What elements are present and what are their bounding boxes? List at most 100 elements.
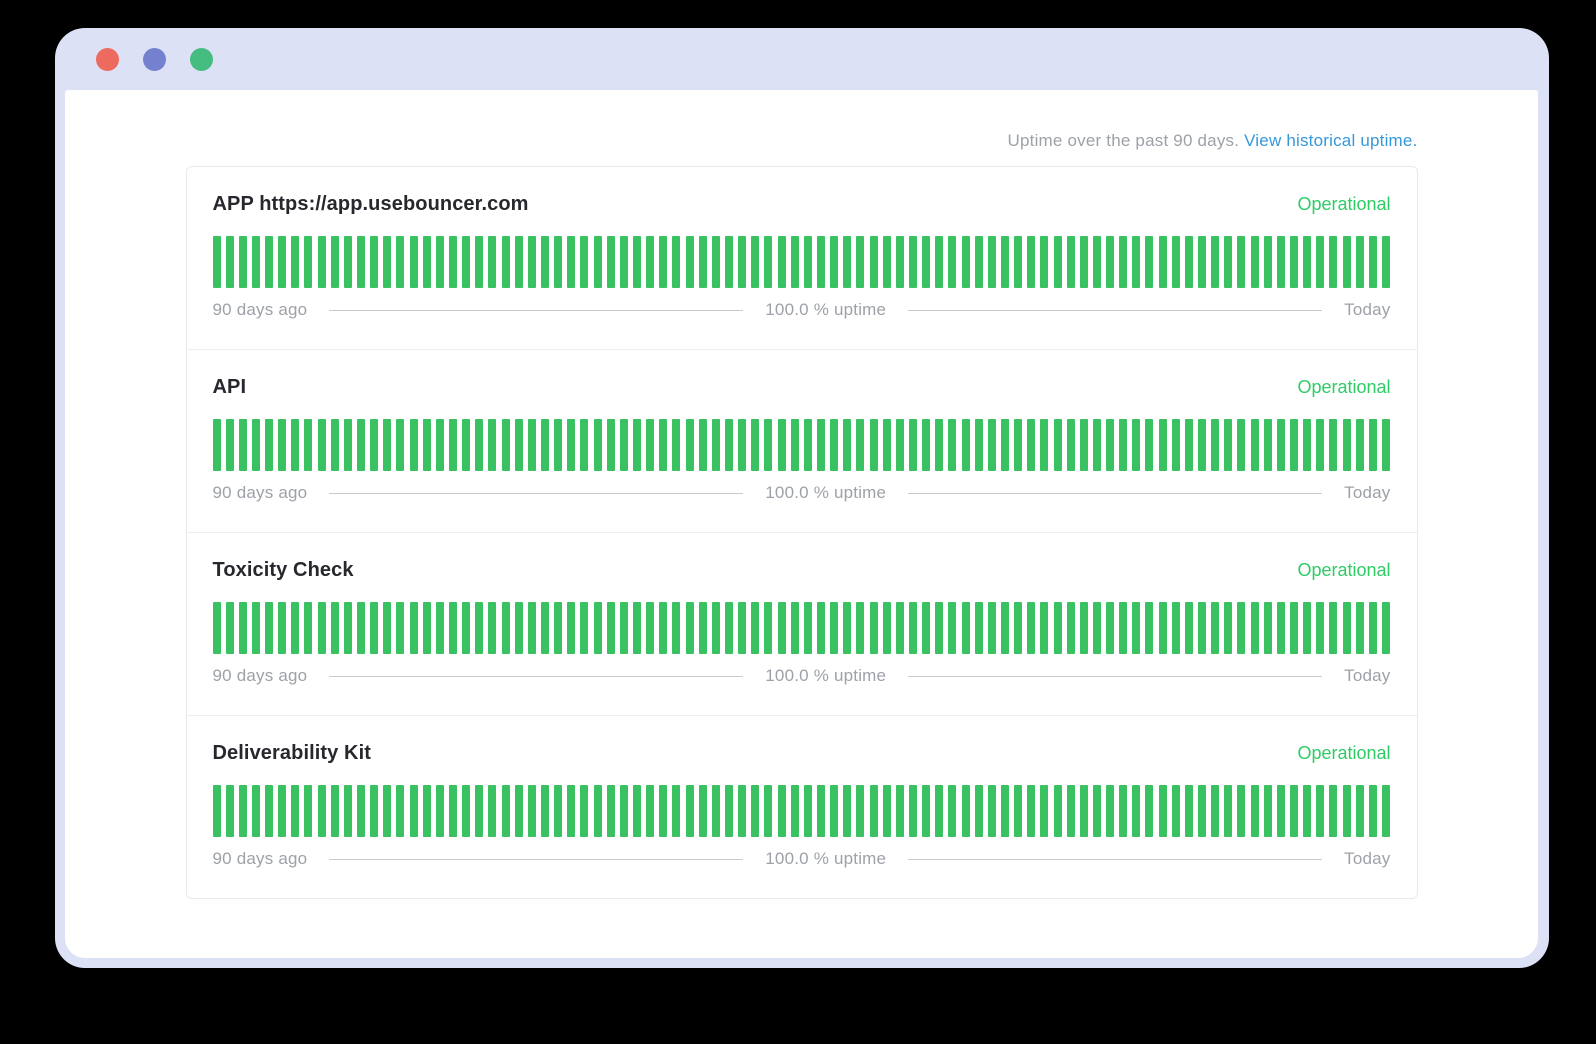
uptime-day-bar[interactable] bbox=[1027, 419, 1035, 471]
uptime-day-bar[interactable] bbox=[567, 785, 575, 837]
uptime-day-bar[interactable] bbox=[1093, 236, 1101, 288]
uptime-day-bar[interactable] bbox=[725, 602, 733, 654]
uptime-day-bar[interactable] bbox=[1027, 785, 1035, 837]
uptime-day-bar[interactable] bbox=[357, 785, 365, 837]
uptime-day-bar[interactable] bbox=[383, 785, 391, 837]
uptime-day-bar[interactable] bbox=[1343, 602, 1351, 654]
uptime-day-bar[interactable] bbox=[856, 419, 864, 471]
uptime-day-bar[interactable] bbox=[239, 419, 247, 471]
uptime-day-bar[interactable] bbox=[1185, 785, 1193, 837]
uptime-day-bar[interactable] bbox=[1080, 785, 1088, 837]
uptime-bar-strip[interactable] bbox=[213, 602, 1391, 654]
uptime-day-bar[interactable] bbox=[1329, 785, 1337, 837]
uptime-day-bar[interactable] bbox=[672, 602, 680, 654]
uptime-day-bar[interactable] bbox=[265, 602, 273, 654]
uptime-day-bar[interactable] bbox=[1027, 236, 1035, 288]
uptime-day-bar[interactable] bbox=[1185, 419, 1193, 471]
uptime-day-bar[interactable] bbox=[1224, 419, 1232, 471]
uptime-day-bar[interactable] bbox=[436, 236, 444, 288]
uptime-day-bar[interactable] bbox=[1159, 602, 1167, 654]
uptime-day-bar[interactable] bbox=[502, 785, 510, 837]
uptime-day-bar[interactable] bbox=[291, 419, 299, 471]
uptime-day-bar[interactable] bbox=[331, 602, 339, 654]
uptime-day-bar[interactable] bbox=[1251, 419, 1259, 471]
uptime-day-bar[interactable] bbox=[1172, 602, 1180, 654]
uptime-day-bar[interactable] bbox=[291, 236, 299, 288]
uptime-day-bar[interactable] bbox=[1119, 419, 1127, 471]
uptime-day-bar[interactable] bbox=[1106, 602, 1114, 654]
uptime-day-bar[interactable] bbox=[1145, 236, 1153, 288]
uptime-day-bar[interactable] bbox=[1277, 419, 1285, 471]
uptime-day-bar[interactable] bbox=[1106, 419, 1114, 471]
uptime-day-bar[interactable] bbox=[988, 236, 996, 288]
uptime-day-bar[interactable] bbox=[357, 419, 365, 471]
uptime-day-bar[interactable] bbox=[1211, 419, 1219, 471]
uptime-day-bar[interactable] bbox=[1264, 602, 1272, 654]
uptime-day-bar[interactable] bbox=[804, 785, 812, 837]
uptime-day-bar[interactable] bbox=[764, 419, 772, 471]
uptime-day-bar[interactable] bbox=[738, 785, 746, 837]
uptime-day-bar[interactable] bbox=[1172, 419, 1180, 471]
uptime-day-bar[interactable] bbox=[226, 785, 234, 837]
uptime-day-bar[interactable] bbox=[344, 236, 352, 288]
uptime-day-bar[interactable] bbox=[620, 602, 628, 654]
uptime-day-bar[interactable] bbox=[226, 419, 234, 471]
uptime-day-bar[interactable] bbox=[1224, 602, 1232, 654]
uptime-day-bar[interactable] bbox=[870, 236, 878, 288]
uptime-day-bar[interactable] bbox=[383, 602, 391, 654]
uptime-day-bar[interactable] bbox=[843, 236, 851, 288]
uptime-day-bar[interactable] bbox=[594, 785, 602, 837]
uptime-day-bar[interactable] bbox=[686, 602, 694, 654]
uptime-day-bar[interactable] bbox=[948, 419, 956, 471]
uptime-day-bar[interactable] bbox=[528, 419, 536, 471]
uptime-day-bar[interactable] bbox=[488, 602, 496, 654]
uptime-day-bar[interactable] bbox=[870, 785, 878, 837]
uptime-day-bar[interactable] bbox=[883, 602, 891, 654]
uptime-day-bar[interactable] bbox=[1264, 785, 1272, 837]
uptime-day-bar[interactable] bbox=[672, 236, 680, 288]
uptime-day-bar[interactable] bbox=[1329, 236, 1337, 288]
uptime-day-bar[interactable] bbox=[1185, 236, 1193, 288]
uptime-day-bar[interactable] bbox=[699, 236, 707, 288]
uptime-day-bar[interactable] bbox=[791, 419, 799, 471]
uptime-day-bar[interactable] bbox=[213, 785, 221, 837]
uptime-day-bar[interactable] bbox=[778, 236, 786, 288]
uptime-day-bar[interactable] bbox=[935, 419, 943, 471]
uptime-day-bar[interactable] bbox=[646, 419, 654, 471]
uptime-day-bar[interactable] bbox=[659, 236, 667, 288]
uptime-day-bar[interactable] bbox=[265, 785, 273, 837]
uptime-day-bar[interactable] bbox=[410, 602, 418, 654]
uptime-day-bar[interactable] bbox=[1145, 602, 1153, 654]
uptime-day-bar[interactable] bbox=[659, 419, 667, 471]
uptime-day-bar[interactable] bbox=[580, 785, 588, 837]
uptime-day-bar[interactable] bbox=[870, 602, 878, 654]
uptime-day-bar[interactable] bbox=[988, 419, 996, 471]
uptime-day-bar[interactable] bbox=[948, 236, 956, 288]
uptime-day-bar[interactable] bbox=[686, 236, 694, 288]
uptime-day-bar[interactable] bbox=[1211, 785, 1219, 837]
uptime-day-bar[interactable] bbox=[567, 602, 575, 654]
uptime-day-bar[interactable] bbox=[922, 785, 930, 837]
uptime-day-bar[interactable] bbox=[1237, 785, 1245, 837]
uptime-day-bar[interactable] bbox=[751, 785, 759, 837]
uptime-day-bar[interactable] bbox=[475, 236, 483, 288]
uptime-day-bar[interactable] bbox=[778, 419, 786, 471]
uptime-day-bar[interactable] bbox=[948, 602, 956, 654]
uptime-day-bar[interactable] bbox=[738, 236, 746, 288]
uptime-day-bar[interactable] bbox=[239, 236, 247, 288]
uptime-day-bar[interactable] bbox=[778, 785, 786, 837]
uptime-day-bar[interactable] bbox=[1382, 419, 1390, 471]
uptime-day-bar[interactable] bbox=[475, 419, 483, 471]
uptime-day-bar[interactable] bbox=[502, 236, 510, 288]
uptime-day-bar[interactable] bbox=[1343, 236, 1351, 288]
uptime-day-bar[interactable] bbox=[567, 236, 575, 288]
uptime-day-bar[interactable] bbox=[909, 785, 917, 837]
uptime-day-bar[interactable] bbox=[423, 419, 431, 471]
uptime-day-bar[interactable] bbox=[436, 419, 444, 471]
uptime-day-bar[interactable] bbox=[1054, 785, 1062, 837]
uptime-day-bar[interactable] bbox=[1093, 602, 1101, 654]
uptime-day-bar[interactable] bbox=[1356, 785, 1364, 837]
uptime-day-bar[interactable] bbox=[502, 602, 510, 654]
uptime-day-bar[interactable] bbox=[304, 236, 312, 288]
uptime-bar-strip[interactable] bbox=[213, 785, 1391, 837]
